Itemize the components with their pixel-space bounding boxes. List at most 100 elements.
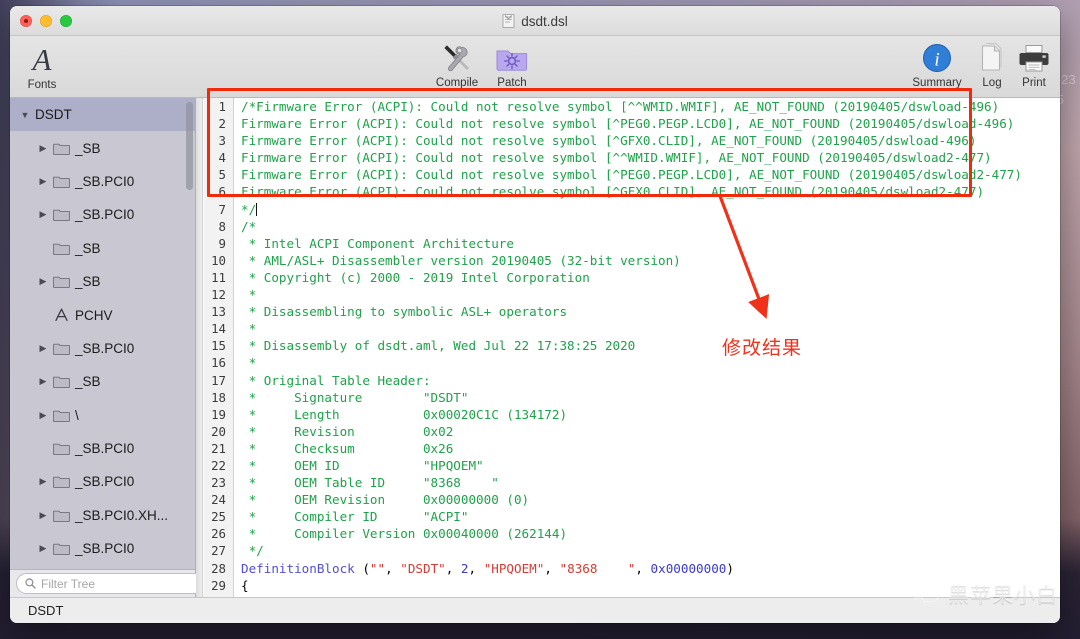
code-lines[interactable]: 1/*Firmware Error (ACPI): Could not reso… bbox=[204, 98, 1060, 597]
print-button-label: Print bbox=[1022, 77, 1046, 89]
folder-icon bbox=[53, 210, 70, 222]
line-text: * OEM ID "HPQOEM" bbox=[234, 457, 484, 474]
code-line: 23 * OEM Table ID "8368 " bbox=[204, 474, 1060, 492]
code-token: "" bbox=[369, 560, 386, 576]
print-button[interactable]: Print bbox=[1010, 40, 1058, 90]
code-line: 3 Firmware Error (ACPI): Could not resolv… bbox=[204, 132, 1060, 150]
summary-button-label: Summary bbox=[912, 77, 962, 89]
chevron-right-icon[interactable]: ▶ bbox=[38, 142, 48, 154]
code-token: Firmware Error (ACPI): Could not resolve… bbox=[241, 133, 977, 149]
tree-item-label: \ bbox=[75, 407, 79, 423]
line-number: 16 bbox=[204, 354, 234, 372]
code-token: ( bbox=[354, 560, 370, 576]
code-token: * Copyright (c) 2000 - 2019 Intel Corpor… bbox=[241, 269, 590, 285]
filter-tree-field[interactable] bbox=[16, 573, 205, 594]
chevron-right-icon[interactable]: ▶ bbox=[38, 409, 48, 421]
line-text: Firmware Error (ACPI): Could not resolve… bbox=[234, 132, 976, 149]
patch-button[interactable]: Patch bbox=[480, 40, 544, 90]
tree-item[interactable]: ▶_SB.PCI0 bbox=[10, 532, 195, 565]
method-icon bbox=[55, 308, 68, 322]
line-text: /*Firmware Error (ACPI): Could not resol… bbox=[234, 98, 999, 115]
minimize-button[interactable] bbox=[40, 15, 52, 27]
line-text: * Compiler ID "ACPI" bbox=[234, 508, 469, 525]
line-text: * Length 0x00020C1C (134172) bbox=[234, 406, 567, 423]
code-line: 11 * Copyright (c) 2000 - 2019 Intel Cor… bbox=[204, 268, 1060, 287]
code-token: * Signature "DSDT" bbox=[241, 389, 469, 405]
line-text: * bbox=[234, 354, 257, 371]
tree-item[interactable]: ▶_SB bbox=[10, 232, 195, 265]
tree-item[interactable]: ▶ _SB bbox=[10, 265, 195, 298]
chevron-right-icon[interactable]: ▶ bbox=[38, 276, 48, 288]
tree-item[interactable]: ▶ _SB bbox=[10, 131, 195, 164]
line-text: { bbox=[234, 577, 249, 594]
code-token: * Compiler Version 0x00040000 (262144) bbox=[241, 526, 568, 542]
window-controls bbox=[20, 15, 72, 27]
tree-item[interactable]: ▶ \ bbox=[10, 399, 195, 432]
fonts-button[interactable]: A Fonts bbox=[10, 42, 74, 92]
code-token: * Disassembling to symbolic ASL+ operato… bbox=[241, 304, 568, 320]
chevron-right-icon[interactable]: ▶ bbox=[38, 342, 48, 354]
close-button[interactable] bbox=[20, 15, 32, 27]
window-content: ▼DSDT▶_SB▶_SB.PCI0▶_SB.PCI0▶_SB▶_SB▶PCHV… bbox=[10, 98, 1060, 597]
line-number: 26 bbox=[204, 525, 234, 543]
code-line: 18 * Signature "DSDT" bbox=[204, 388, 1060, 406]
chevron-right-icon[interactable]: ▶ bbox=[38, 376, 48, 388]
screwdriver-wrench-icon bbox=[439, 40, 475, 76]
tree-item[interactable]: ▶PCHV bbox=[10, 298, 195, 331]
line-text: Firmware Error (ACPI): Could not resolve… bbox=[234, 115, 1014, 132]
line-text: Firmware Error (ACPI): Could not resolve… bbox=[234, 166, 1022, 183]
tree-item[interactable]: ▶_SB.PCI0 bbox=[10, 332, 195, 365]
line-text: External (_GPE.HLVT, MethodObj) // 0 Arg… bbox=[234, 594, 643, 597]
chevron-right-icon[interactable]: ▶ bbox=[38, 209, 48, 221]
line-number: 18 bbox=[204, 388, 234, 406]
line-number: 13 bbox=[204, 303, 234, 321]
maximize-button[interactable] bbox=[60, 15, 72, 27]
search-icon bbox=[25, 578, 36, 589]
chevron-right-icon[interactable]: ▶ bbox=[38, 476, 48, 488]
code-token: Firmware Error (ACPI): Could not resolve… bbox=[241, 116, 1015, 132]
code-token: * Original Table Header: bbox=[241, 372, 431, 388]
tree-item-label: _SB bbox=[75, 140, 101, 156]
code-token: Firmware Error (ACPI): Could not resolve… bbox=[241, 150, 992, 166]
code-token: * OEM Table ID "8368 " bbox=[241, 475, 499, 491]
code-token: * bbox=[241, 321, 257, 337]
tree-item[interactable]: ▶ _SB.PCI0.XH... bbox=[10, 499, 195, 532]
chevron-right-icon[interactable]: ▶ bbox=[38, 543, 48, 555]
tree-item[interactable]: ▶_SB bbox=[10, 565, 195, 569]
line-number: 30 bbox=[204, 593, 234, 597]
code-token: Firmware Error (ACPI): Could not resolve… bbox=[241, 184, 985, 200]
code-token: * Disassembly of dsdt.aml, Wed Jul 22 17… bbox=[241, 338, 636, 354]
tree-item[interactable]: ▶_SB.PCI0 bbox=[10, 165, 195, 198]
code-token: */ bbox=[241, 201, 257, 217]
fonts-button-label: Fonts bbox=[27, 79, 57, 91]
line-text: * OEM Revision 0x00000000 (0) bbox=[234, 491, 530, 508]
status-path: DSDT bbox=[28, 603, 64, 618]
tree-item[interactable]: ▶_SB bbox=[10, 365, 195, 398]
editor-gutter-strip bbox=[196, 98, 203, 597]
code-line: 5 Firmware Error (ACPI): Could not resolv… bbox=[204, 166, 1060, 184]
chevron-down-icon[interactable]: ▼ bbox=[20, 109, 30, 121]
acpi-tree[interactable]: ▼DSDT▶_SB▶_SB.PCI0▶_SB.PCI0▶_SB▶_SB▶PCHV… bbox=[10, 98, 195, 569]
code-token: , bbox=[468, 560, 484, 576]
tree-item-label: _SB bbox=[75, 274, 101, 290]
tree-item[interactable]: ▶_SB.PCI0 bbox=[10, 432, 195, 465]
code-token: * OEM ID "HPQOEM" bbox=[241, 457, 484, 473]
line-number: 10 bbox=[204, 251, 234, 269]
patch-button-label: Patch bbox=[497, 77, 527, 89]
line-number: 27 bbox=[204, 542, 234, 560]
folder-icon bbox=[53, 410, 70, 422]
code-token: "DSDT" bbox=[400, 560, 446, 576]
chevron-right-icon[interactable]: ▶ bbox=[38, 175, 48, 187]
compile-button-label: Compile bbox=[435, 77, 479, 89]
tree-item[interactable]: ▶_SB.PCI0 bbox=[10, 465, 195, 498]
code-line: 4 Firmware Error (ACPI): Could not resolv… bbox=[204, 149, 1060, 167]
tree-scrollbar[interactable] bbox=[186, 102, 193, 190]
tree-item[interactable]: ▶_SB.PCI0 bbox=[10, 198, 195, 231]
chevron-right-icon[interactable]: ▶ bbox=[38, 509, 48, 521]
code-token: 0x00000000 bbox=[650, 560, 727, 576]
code-editor[interactable]: 1/*Firmware Error (ACPI): Could not reso… bbox=[196, 98, 1060, 597]
filter-tree-input[interactable] bbox=[41, 576, 196, 591]
tree-root-item[interactable]: ▼ DSDT bbox=[10, 98, 195, 132]
folder-icon bbox=[53, 176, 70, 188]
